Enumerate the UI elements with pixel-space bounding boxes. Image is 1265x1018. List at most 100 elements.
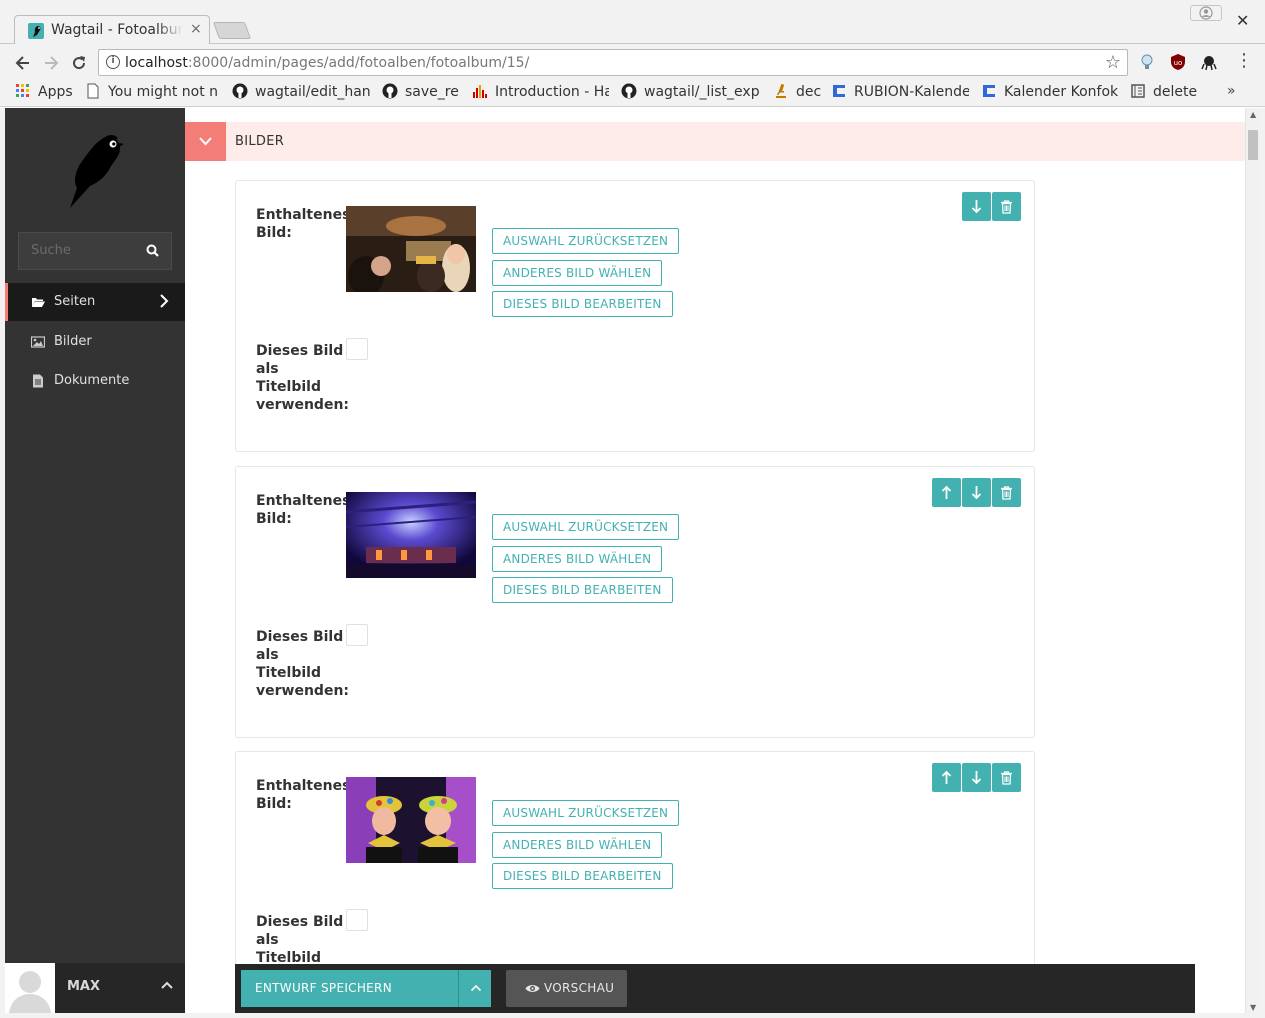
bookmarks-bar: Apps You might not ne wagtail/edit_han s… [0, 80, 1265, 107]
move-down-icon [971, 200, 982, 214]
collapse-button[interactable] [185, 122, 226, 161]
tab-close-icon[interactable]: × [190, 21, 202, 37]
window-close-icon[interactable]: ✕ [1236, 11, 1249, 30]
scroll-down-icon[interactable]: ▼ [1250, 1003, 1256, 1012]
info-icon[interactable]: i [106, 55, 120, 69]
sidebar-search[interactable]: Suche [18, 232, 172, 270]
delete-icon [1001, 200, 1012, 214]
image-thumbnail[interactable] [346, 492, 476, 578]
book-icon [1131, 84, 1145, 98]
browser-toolbar: i localhost:8000/admin/pages/add/fotoalb… [0, 44, 1265, 80]
cover-checkbox[interactable] [346, 909, 368, 931]
move-down-button[interactable] [962, 192, 991, 221]
delete-icon [1001, 486, 1012, 500]
move-up-button[interactable] [932, 478, 961, 507]
image-thumbnail[interactable] [346, 777, 476, 863]
chevron-right-icon [160, 294, 169, 308]
scroll-up-icon[interactable]: ▲ [1250, 110, 1256, 119]
delete-button[interactable] [992, 192, 1021, 221]
search-input[interactable]: Suche [31, 243, 71, 258]
sidebar-item-bilder[interactable]: Bilder [5, 323, 185, 361]
back-icon[interactable] [13, 53, 33, 73]
bookmark-item[interactable]: RUBION-Kalende [831, 83, 969, 103]
edit-image-button[interactable]: DIESES BILD BEARBEITEN [492, 291, 673, 317]
section-header: BILDER [185, 122, 1245, 161]
browser-menu-icon[interactable]: ⋮ [1235, 51, 1253, 71]
reset-choice-button[interactable]: AUSWAHL ZURÜCKSETZEN [492, 228, 680, 254]
bookmark-item[interactable]: Introduction - Ha [472, 83, 609, 103]
bookmark-item[interactable]: save_re [382, 83, 462, 103]
delete-button[interactable] [992, 763, 1021, 792]
image-block: Enthaltenes Bild: AUSWAHL ZURÜCKSETZEN A… [235, 466, 1035, 738]
reset-choice-button[interactable]: AUSWAHL ZURÜCKSETZEN [492, 514, 680, 540]
browser-tab[interactable]: Wagtail - Fotoalbum × [14, 15, 210, 45]
folder-open-icon [32, 298, 45, 307]
edit-image-button[interactable]: DIESES BILD BEARBEITEN [492, 863, 673, 889]
forward-icon[interactable] [41, 53, 61, 73]
extension-octopus-icon[interactable] [1199, 52, 1219, 72]
save-draft-button[interactable]: ENTWURF SPEICHERN [241, 970, 491, 1007]
preview-button[interactable]: VORSCHAU [506, 970, 627, 1007]
reload-icon[interactable] [69, 53, 89, 73]
address-bar[interactable]: i localhost:8000/admin/pages/add/fotoalb… [98, 49, 1128, 76]
bookmark-item[interactable]: Kalender Konfok [981, 83, 1119, 103]
scrollbar-thumb[interactable] [1248, 130, 1258, 160]
move-up-icon [941, 770, 952, 784]
image-field-label: Enthaltenes Bild: [256, 493, 351, 527]
account-name: MAX [67, 979, 101, 994]
avatar[interactable] [5, 963, 55, 1013]
calendar-brand-icon [833, 85, 845, 97]
bookmark-item[interactable]: You might not ne [85, 83, 218, 103]
window-frame [0, 1013, 1265, 1018]
edit-image-button[interactable]: DIESES BILD BEARBEITEN [492, 577, 673, 603]
choose-another-image-button[interactable]: ANDERES BILD WÄHLEN [492, 546, 663, 572]
ublock-icon[interactable]: uo [1168, 52, 1188, 72]
preview-label: VORSCHAU [544, 981, 615, 995]
bookmark-item[interactable]: wagtail/edit_han [232, 83, 370, 103]
image-thumbnail[interactable] [346, 206, 476, 292]
cover-checkbox[interactable] [346, 624, 368, 646]
move-down-button[interactable] [962, 478, 991, 507]
profile-button[interactable] [1190, 5, 1222, 21]
choose-another-image-button[interactable]: ANDERES BILD WÄHLEN [492, 832, 663, 858]
new-tab-button[interactable] [212, 22, 252, 39]
search-icon[interactable] [146, 244, 159, 257]
extension-bulb-icon[interactable] [1137, 52, 1157, 72]
move-up-button[interactable] [932, 763, 961, 792]
bookmark-item[interactable]: delete [1130, 83, 1202, 103]
section-title: BILDER [235, 134, 285, 149]
save-draft-label: ENTWURF SPEICHERN [255, 981, 392, 995]
bookmark-item[interactable]: Apps [15, 83, 75, 103]
cover-checkbox[interactable] [346, 338, 368, 360]
apps-grid-icon [16, 84, 29, 97]
sidebar-item-label: Dokumente [54, 373, 130, 388]
default-avatar-icon [5, 963, 55, 1013]
svg-text:uo: uo [1174, 59, 1183, 67]
github-icon [232, 83, 248, 99]
page-scrollbar[interactable]: ▲ ▼ [1245, 108, 1260, 1013]
eye-icon [525, 985, 540, 992]
delete-icon [1001, 771, 1012, 785]
image-block: Enthaltenes Bild: AUSWAHL ZURÜCKSETZEN A… [235, 180, 1035, 452]
move-up-icon [941, 485, 952, 499]
image-field-label: Enthaltenes Bild: [256, 207, 351, 241]
sidebar-item-seiten[interactable]: Seiten [5, 283, 185, 321]
page-icon [87, 83, 99, 99]
bookmark-star-icon[interactable]: ☆ [1105, 52, 1121, 73]
sidebar: Suche Seiten Bilder Dokumente MAX [5, 108, 185, 1013]
bookmark-item[interactable]: dec [773, 83, 823, 103]
sidebar-item-dokumente[interactable]: Dokumente [5, 362, 185, 400]
choose-another-image-button[interactable]: ANDERES BILD WÄHLEN [492, 260, 663, 286]
account-menu[interactable]: MAX [5, 963, 185, 1013]
url-text: localhost:8000/admin/pages/add/fotoalben… [125, 55, 530, 71]
chevron-up-icon[interactable] [160, 980, 174, 990]
move-down-button[interactable] [962, 763, 991, 792]
reset-choice-button[interactable]: AUSWAHL ZURÜCKSETZEN [492, 800, 680, 826]
delete-button[interactable] [992, 478, 1021, 507]
action-footer: ENTWURF SPEICHERN VORSCHAU [235, 964, 1195, 1013]
bookmarks-overflow-icon[interactable]: » [1227, 83, 1236, 99]
more-actions-toggle[interactable] [458, 970, 491, 1007]
tab-title: Wagtail - Fotoalbum [51, 22, 183, 38]
bookmark-item[interactable]: wagtail/_list_exp [621, 83, 760, 103]
wagtail-logo-icon[interactable] [63, 130, 123, 210]
